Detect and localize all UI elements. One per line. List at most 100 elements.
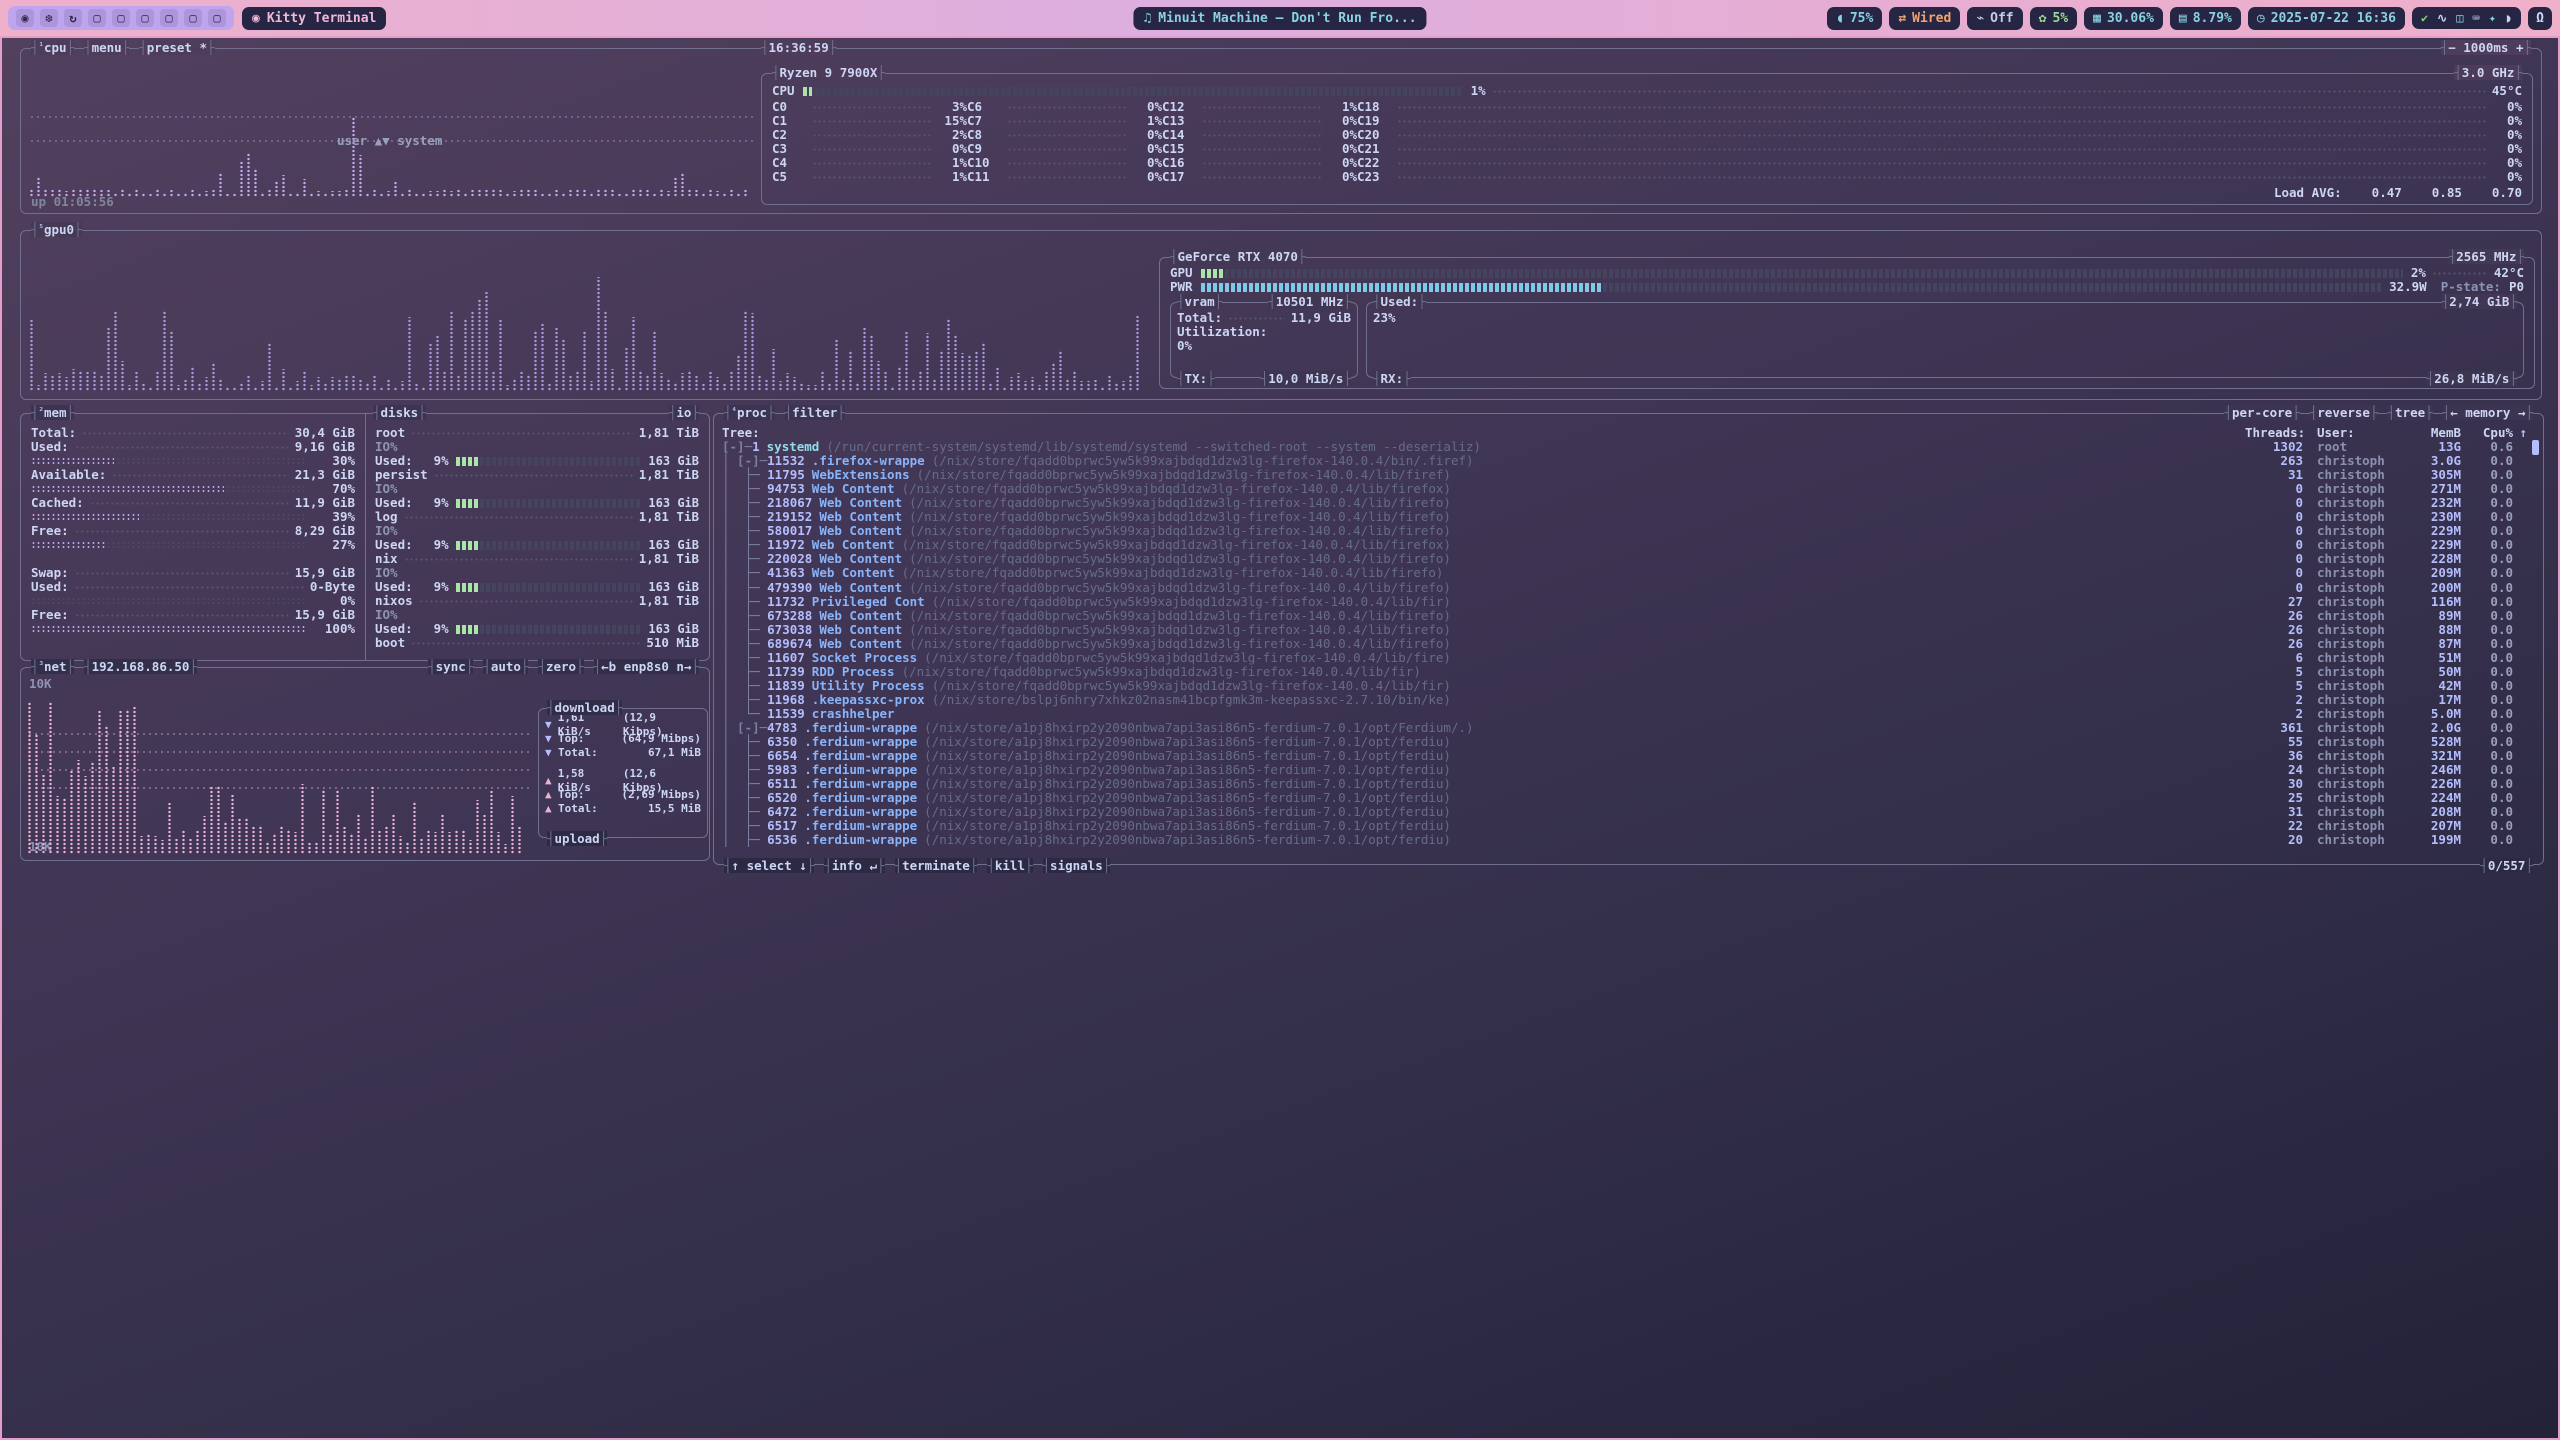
process-row-1[interactable]: [-]─1systemd(/run/current-system/systemd… — [722, 440, 2527, 454]
process-pid: 6654 — [767, 749, 797, 763]
network-module[interactable]: ⇄Wired — [1889, 7, 1960, 30]
launcher-app-6-icon[interactable]: ▢ — [208, 9, 226, 27]
net-zero-toggle[interactable]: zero — [538, 659, 583, 674]
process-row-6511[interactable]: │ ├─ 6511.ferdium-wrappe(/nix/store/a1pj… — [722, 777, 2527, 791]
reverse-toggle[interactable]: reverse — [2310, 405, 2378, 420]
info-button[interactable]: info ↵ — [824, 858, 884, 873]
tray-wave-icon[interactable]: ∿ — [2437, 11, 2447, 25]
process-row-220028[interactable]: │ ├─ 220028Web Content(/nix/store/fqadd0… — [722, 552, 2527, 566]
bluetooth-module[interactable]: ⌁Off — [1967, 7, 2022, 30]
notification-bell-icon[interactable]: Ω — [2528, 7, 2552, 30]
col-cpu[interactable]: Cpu% — [2461, 426, 2513, 440]
process-row-41363[interactable]: │ ├─ 41363Web Content(/nix/store/fqadd0b… — [722, 566, 2527, 580]
cpu-usage-module[interactable]: ✿5% — [2030, 7, 2077, 30]
process-row-11968[interactable]: │ ├─ 11968.keepassxc-prox(/nix/store/bsl… — [722, 693, 2527, 707]
launcher-app-4-icon[interactable]: ▢ — [160, 9, 178, 27]
process-row-11839[interactable]: │ ├─ 11839Utility Process(/nix/store/fqa… — [722, 679, 2527, 693]
process-row-219152[interactable]: │ ├─ 219152Web Content(/nix/store/fqadd0… — [722, 510, 2527, 524]
media-player-module[interactable]: ♫ Minuit Machine – Don't Run Fro... — [1133, 7, 1426, 30]
tray-power-icon[interactable]: ✦ — [2489, 11, 2496, 25]
process-row-11795[interactable]: │ ├─ 11795WebExtensions(/nix/store/fqadd… — [722, 468, 2527, 482]
net-auto-toggle[interactable]: auto — [483, 659, 528, 674]
core-C19: C190% — [1357, 114, 2522, 128]
process-row-11972[interactable]: │ ├─ 11972Web Content(/nix/store/fqadd0b… — [722, 538, 2527, 552]
select-keys-hint[interactable]: ↑ select ↓ — [724, 858, 814, 873]
tray-check-icon[interactable]: ✔ — [2421, 11, 2428, 25]
launcher-reload-icon[interactable]: ↻ — [64, 9, 82, 27]
process-row-689674[interactable]: │ ├─ 689674Web Content(/nix/store/fqadd0… — [722, 637, 2527, 651]
process-user: christoph — [2303, 679, 2403, 693]
process-pid: 6472 — [767, 805, 797, 819]
col-user[interactable]: User: — [2303, 426, 2403, 440]
memory-box: ²mem disks io Total:30,4 GiBUsed:9,16 Gi… — [20, 413, 710, 661]
interval-minus-button[interactable]: − — [2448, 40, 2456, 55]
process-row-6350[interactable]: │ ├─ 6350.ferdium-wrappe(/nix/store/a1pj… — [722, 735, 2527, 749]
process-row-580017[interactable]: │ ├─ 580017Web Content(/nix/store/fqadd0… — [722, 524, 2527, 538]
core-usage-percent: 1% — [937, 170, 967, 184]
process-row-479390[interactable]: │ ├─ 479390Web Content(/nix/store/fqadd0… — [722, 581, 2527, 595]
clock-module[interactable]: ◷2025-07-22 16:36 — [2248, 7, 2405, 30]
interval-plus-button[interactable]: + — [2516, 40, 2524, 55]
core-label: C6 — [967, 100, 1001, 114]
sort-direction-arrow[interactable]: ↑ — [2513, 426, 2527, 440]
col-memory[interactable]: MemB — [2403, 426, 2461, 440]
tray-mic-icon[interactable]: ◗ — [2505, 11, 2512, 25]
tray-display-icon[interactable]: ◫ — [2456, 11, 2463, 25]
disk-usage-module[interactable]: ▤8.79% — [2170, 7, 2241, 30]
process-row-5983[interactable]: │ ├─ 5983.ferdium-wrappe(/nix/store/a1pj… — [722, 763, 2527, 777]
tray-keyboard-icon[interactable]: ⌨ — [2472, 11, 2479, 25]
process-threads: 31 — [2245, 468, 2303, 482]
selection-counter: 0/557 — [2480, 858, 2533, 873]
net-graph-gridline — [27, 732, 531, 736]
mem-stat-row: Free:15,9 GiB — [31, 608, 355, 622]
launcher-app-3-icon[interactable]: ▢ — [136, 9, 154, 27]
launcher-app-5-icon[interactable]: ▢ — [184, 9, 202, 27]
menu-button[interactable]: menu — [84, 40, 129, 55]
net-interface-switcher[interactable]: ←b enp8s0 n→ — [594, 659, 699, 674]
io-mode-toggle[interactable]: io — [669, 405, 699, 420]
core-label: C22 — [1357, 156, 1391, 170]
col-tree[interactable]: Tree: — [722, 426, 760, 440]
tree-toggle[interactable]: tree — [2387, 405, 2432, 420]
disk-size: 1,81 TiB — [639, 468, 699, 482]
proc-scrollbar-thumb[interactable] — [2532, 440, 2539, 455]
process-row-94753[interactable]: │ ├─ 94753Web Content(/nix/store/fqadd0b… — [722, 482, 2527, 496]
terminate-button[interactable]: terminate — [895, 858, 978, 873]
process-row-6517[interactable]: │ ├─ 6517.ferdium-wrappe(/nix/store/a1pj… — [722, 819, 2527, 833]
process-name: RDD Process — [812, 665, 895, 679]
sort-next-button[interactable]: → — [2518, 405, 2526, 420]
process-row-673288[interactable]: │ ├─ 673288Web Content(/nix/store/fqadd0… — [722, 609, 2527, 623]
signals-button[interactable]: signals — [1043, 858, 1111, 873]
cpu-detail-panel: Ryzen 9 7900X 3.0 GHz CPU 1% 45°C C03%C6… — [761, 73, 2533, 205]
kill-button[interactable]: kill — [987, 858, 1032, 873]
process-row-11732[interactable]: │ ├─ 11732Privileged Cont(/nix/store/fqa… — [722, 595, 2527, 609]
process-row-11532[interactable]: │ [-]─11532.firefox-wrappe(/nix/store/fq… — [722, 454, 2527, 468]
core-usage-percent: 1% — [1132, 114, 1162, 128]
process-row-11539[interactable]: │ └─ 11539crashhelper2christoph5.0M0.0 — [722, 707, 2527, 721]
preset-button[interactable]: preset * — [139, 40, 214, 55]
process-row-218067[interactable]: │ ├─ 218067Web Content(/nix/store/fqadd0… — [722, 496, 2527, 510]
memory-usage-module[interactable]: ▦30.06% — [2084, 7, 2163, 30]
per-core-toggle[interactable]: per-core — [2224, 405, 2299, 420]
process-row-11607[interactable]: │ ├─ 11607Socket Process(/nix/store/fqad… — [722, 651, 2527, 665]
process-row-11739[interactable]: │ ├─ 11739RDD Process(/nix/store/fqadd0b… — [722, 665, 2527, 679]
launcher-app-2-icon[interactable]: ▢ — [112, 9, 130, 27]
active-window-title[interactable]: ◉ Kitty Terminal — [242, 7, 386, 30]
launcher-app-1-icon[interactable]: ▢ — [88, 9, 106, 27]
sort-prev-button[interactable]: ← — [2450, 405, 2458, 420]
core-C20: C200% — [1357, 128, 2522, 142]
launcher-cat-icon[interactable]: ◉ — [16, 9, 34, 27]
process-row-6654[interactable]: │ ├─ 6654.ferdium-wrappe(/nix/store/a1pj… — [722, 749, 2527, 763]
process-memory: 209M — [2403, 566, 2461, 580]
process-row-6536[interactable]: │ ├─ 6536.ferdium-wrappe(/nix/store/a1pj… — [722, 833, 2527, 847]
process-row-6472[interactable]: │ ├─ 6472.ferdium-wrappe(/nix/store/a1pj… — [722, 805, 2527, 819]
process-row-6520[interactable]: │ ├─ 6520.ferdium-wrappe(/nix/store/a1pj… — [722, 791, 2527, 805]
net-sync-toggle[interactable]: sync — [428, 659, 473, 674]
filter-button[interactable]: filter — [785, 405, 845, 420]
process-row-673038[interactable]: │ ├─ 673038Web Content(/nix/store/fqadd0… — [722, 623, 2527, 637]
col-threads[interactable]: Threads: — [2245, 426, 2303, 440]
process-name: Web Content — [819, 496, 902, 510]
launcher-nix-icon[interactable]: ❆ — [40, 9, 58, 27]
process-row-4783[interactable]: │ [-]─4783.ferdium-wrappe(/nix/store/a1p… — [722, 721, 2527, 735]
volume-module[interactable]: ◖75% — [1827, 7, 1882, 30]
